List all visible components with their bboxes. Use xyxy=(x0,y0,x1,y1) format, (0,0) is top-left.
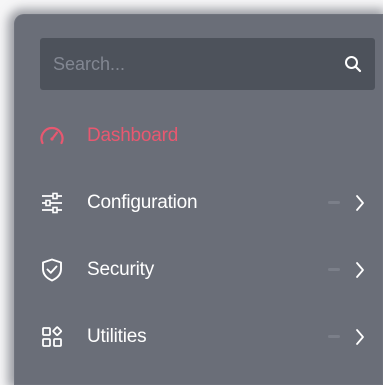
sidebar-item-label: Dashboard xyxy=(87,125,179,146)
sidebar-item-dashboard[interactable]: Dashboard xyxy=(14,112,383,160)
divider-mark xyxy=(328,201,340,204)
sidebar-item-utilities[interactable]: Utilities xyxy=(14,313,383,361)
sliders-icon xyxy=(38,189,66,217)
sidebar-item-security[interactable]: Security xyxy=(14,246,383,294)
shield-check-icon xyxy=(38,256,66,284)
divider-mark xyxy=(328,268,340,271)
apps-grid-icon xyxy=(38,323,66,351)
sidebar: Dashboard Configuration xyxy=(14,14,383,385)
speedometer-icon xyxy=(38,122,66,150)
sidebar-item-configuration[interactable]: Configuration xyxy=(14,179,383,227)
chevron-right-icon[interactable] xyxy=(352,325,368,349)
search-box xyxy=(40,38,375,90)
chevron-right-icon[interactable] xyxy=(352,191,368,215)
sidebar-item-label: Security xyxy=(87,259,155,280)
search-icon[interactable] xyxy=(331,38,375,90)
search-input[interactable] xyxy=(40,38,331,90)
chevron-right-icon[interactable] xyxy=(352,258,368,282)
sidebar-item-label: Configuration xyxy=(87,192,198,213)
app-frame: Dashboard Configuration xyxy=(0,0,383,385)
divider-mark xyxy=(328,335,340,338)
sidebar-item-label: Utilities xyxy=(87,326,147,347)
